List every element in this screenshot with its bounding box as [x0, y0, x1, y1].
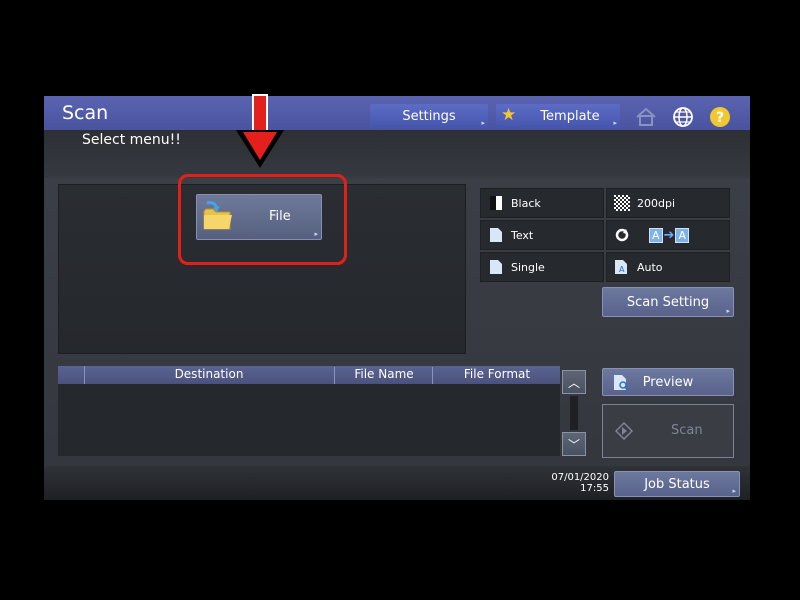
color-mode-tile[interactable]: Black: [480, 188, 604, 218]
color-mode-icon: [481, 195, 511, 211]
single-sided-icon: [481, 259, 511, 275]
date-time: 07/01/2020 17:55: [539, 472, 609, 494]
resolution-icon: [607, 195, 637, 211]
column-destination[interactable]: Destination: [84, 367, 334, 381]
time-text: 17:55: [580, 483, 609, 494]
original-mode-label: Text: [511, 228, 534, 242]
scroll-up-button[interactable]: ︿: [562, 370, 586, 394]
corner-indicator-icon: ▸: [481, 119, 485, 127]
settings-button-label: Settings: [402, 108, 456, 124]
scan-screen: Scan Settings ▸ ★ Template ▸ ? Select me…: [44, 96, 750, 500]
corner-indicator-icon: ▸: [726, 307, 730, 315]
scan-setting-button[interactable]: Scan Setting ▸: [602, 287, 734, 317]
job-status-label: Job Status: [644, 476, 710, 492]
original-mode-icon: [481, 227, 511, 243]
svg-text:?: ?: [716, 110, 724, 126]
highlight-box: [178, 174, 347, 265]
scan-button[interactable]: Scan: [602, 404, 734, 458]
corner-indicator-icon: ▸: [732, 487, 736, 495]
rotation-tile[interactable]: A ➔ A: [606, 220, 730, 250]
preview-label: Preview: [642, 374, 694, 390]
original-mode-tile[interactable]: Text: [480, 220, 604, 250]
home-icon[interactable]: [634, 105, 658, 129]
preview-button[interactable]: Preview: [602, 368, 734, 396]
help-icon[interactable]: ?: [708, 105, 732, 129]
resolution-label: 200dpi: [637, 196, 676, 210]
chevron-up-icon: ︿: [567, 375, 580, 390]
scroll-down-button[interactable]: ﹀: [562, 432, 586, 456]
original-size-icon: A: [607, 259, 637, 275]
duplex-label: Single: [511, 260, 545, 274]
table-header-spacer: [58, 366, 85, 384]
globe-icon[interactable]: [671, 105, 695, 129]
date-text: 07/01/2020: [551, 472, 609, 483]
corner-indicator-icon: ▸: [613, 119, 617, 127]
svg-text:A: A: [619, 265, 625, 274]
template-button-label: Template: [540, 108, 600, 124]
scan-label: Scan: [671, 423, 703, 438]
star-icon: ★: [501, 105, 517, 125]
original-size-tile[interactable]: A Auto: [606, 252, 730, 282]
app-title: Scan: [62, 102, 109, 124]
template-button[interactable]: ★ Template ▸: [496, 104, 620, 128]
scan-setting-label: Scan Setting: [626, 294, 710, 310]
status-message: Select menu!!: [82, 132, 181, 148]
title-bar: Scan Settings ▸ ★ Template ▸ ?: [44, 96, 750, 130]
scrollbar-track[interactable]: [570, 396, 578, 430]
chevron-down-icon: ﹀: [567, 437, 580, 452]
settings-button[interactable]: Settings ▸: [370, 104, 488, 128]
rotation-icon: [607, 227, 637, 243]
column-file-format[interactable]: File Format: [432, 367, 561, 384]
destination-table-header: Destination File Name File Format: [58, 366, 560, 384]
destination-table-body: [58, 384, 560, 456]
start-icon: [615, 422, 633, 440]
color-mode-label: Black: [511, 196, 541, 210]
job-status-button[interactable]: Job Status ▸: [614, 471, 740, 497]
original-size-label: Auto: [637, 260, 663, 274]
resolution-tile[interactable]: 200dpi: [606, 188, 730, 218]
rotate-a-to-a-icon: A ➔ A: [649, 227, 689, 243]
duplex-tile[interactable]: Single: [480, 252, 604, 282]
column-file-name[interactable]: File Name: [334, 367, 433, 384]
preview-icon: [614, 375, 629, 392]
